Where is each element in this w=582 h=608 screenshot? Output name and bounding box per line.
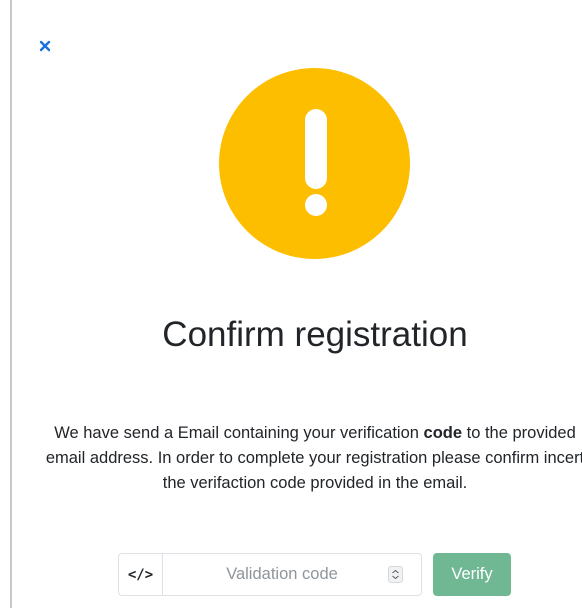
warning-icon — [219, 68, 410, 259]
exclamation-icon — [305, 109, 327, 216]
validation-code-input[interactable] — [163, 554, 421, 595]
number-spinner[interactable] — [388, 566, 403, 583]
message-bold-text: code — [423, 424, 463, 442]
verify-button[interactable]: Verify — [433, 553, 511, 596]
validation-form: </> Verify — [118, 553, 511, 596]
dialog-message: We have send a Email containing your ver… — [45, 421, 582, 496]
code-icon: </> — [118, 553, 162, 596]
message-text: We have send a Email containing your ver… — [54, 424, 424, 442]
number-spinner-icon — [392, 569, 399, 580]
close-icon — [39, 40, 51, 52]
dialog-title: Confirm registration — [162, 315, 468, 354]
code-input-wrapper — [162, 553, 422, 596]
confirm-registration-dialog: Confirm registration We have send a Emai… — [0, 0, 582, 608]
close-button[interactable] — [37, 38, 55, 56]
left-border — [10, 0, 12, 608]
